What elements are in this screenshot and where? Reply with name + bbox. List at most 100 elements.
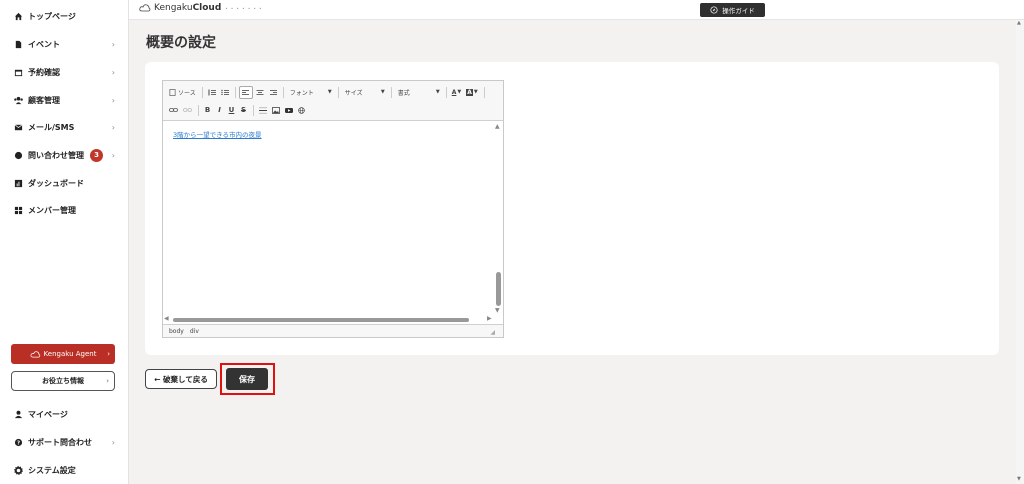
chevron-right-icon: › — [111, 122, 115, 132]
sidebar-item-label: システム設定 — [28, 465, 76, 475]
app-logo[interactable]: Kengaku Cloud • • • • • • • — [139, 3, 262, 13]
question-icon: ? — [14, 438, 23, 447]
top-bar: Kengaku Cloud • • • • • • • 操作ガイド — [129, 0, 1024, 20]
grid-icon — [14, 206, 23, 215]
font-color-button[interactable]: A ▼ — [450, 86, 464, 99]
format-select-label: 書式 — [397, 89, 410, 97]
source-button[interactable]: ソース — [167, 86, 198, 99]
editor-vertical-scrollbar[interactable]: ▲ ▼ — [494, 122, 503, 316]
calendar-icon — [14, 68, 23, 77]
chevron-right-icon: › — [107, 350, 110, 358]
chevron-right-icon: › — [111, 67, 115, 77]
compass-icon — [710, 6, 718, 14]
bulleted-list-icon[interactable] — [219, 86, 231, 99]
bold-button[interactable]: B — [202, 104, 213, 117]
caret-down-icon: ▼ — [457, 89, 462, 95]
sidebar-item-support[interactable]: ? サポート問合わせ › — [0, 432, 129, 452]
guide-button-label: 操作ガイド — [722, 7, 755, 15]
toolbar-row-2: B I U S — [167, 102, 308, 118]
logo-subtext: • • • • • • • — [225, 5, 263, 11]
font-select[interactable]: フォント ▼ — [287, 86, 335, 99]
help-button-label: お役立ち情報 — [42, 377, 84, 385]
sidebar-item-event[interactable]: イベント › — [0, 34, 129, 54]
cloud-icon — [139, 4, 151, 12]
background-color-button[interactable]: A ▼ — [464, 86, 480, 99]
caret-down-icon: ▼ — [327, 89, 332, 95]
editor-horizontal-scrollbar[interactable]: ◀ ▶ — [163, 315, 503, 324]
sidebar-item-label: トップページ — [28, 11, 76, 21]
mail-icon — [14, 123, 23, 132]
agent-button-label: Kengaku Agent — [43, 350, 97, 358]
scroll-left-icon[interactable]: ◀ — [164, 315, 169, 322]
scroll-right-icon[interactable]: ▶ — [487, 315, 492, 322]
strikethrough-button[interactable]: S — [238, 104, 249, 117]
kengaku-agent-button[interactable]: Kengaku Agent › — [11, 344, 115, 364]
sidebar-item-mail-sms[interactable]: メール/SMS › — [0, 117, 129, 137]
chevron-right-icon: › — [111, 437, 115, 447]
sidebar-item-system-settings[interactable]: システム設定 — [0, 460, 129, 480]
person-icon — [14, 410, 23, 419]
sidebar-item-label: マイページ — [28, 409, 68, 419]
scroll-down-icon[interactable]: ▼ — [495, 307, 500, 314]
youtube-icon[interactable] — [283, 104, 295, 117]
align-center-icon[interactable] — [254, 86, 266, 99]
sidebar-item-members[interactable]: メンバー管理 — [0, 200, 129, 220]
numbered-list-icon[interactable] — [206, 86, 218, 99]
format-select[interactable]: 書式 ▼ — [395, 86, 443, 99]
sidebar-item-mypage[interactable]: マイページ — [0, 404, 129, 424]
scroll-down-icon[interactable]: ▼ — [1017, 476, 1021, 482]
horizontal-rule-icon[interactable] — [257, 104, 269, 117]
page-vertical-scrollbar[interactable]: ▲ ▼ — [1016, 20, 1024, 484]
scrollbar-thumb[interactable] — [173, 318, 469, 322]
globe-icon[interactable] — [296, 104, 307, 117]
sidebar-item-dashboard[interactable]: ダッシュボード — [0, 173, 129, 193]
sidebar-item-label: イベント — [28, 39, 60, 49]
toolbar-separator — [337, 86, 339, 98]
unlink-icon[interactable] — [181, 104, 194, 117]
scroll-up-icon[interactable]: ▲ — [1017, 20, 1021, 26]
svg-text:?: ? — [17, 440, 20, 446]
image-icon[interactable] — [270, 104, 282, 117]
background-color-icon: A — [466, 88, 473, 96]
home-icon — [14, 12, 23, 21]
toolbar-separator — [282, 86, 284, 98]
size-select[interactable]: サイズ ▼ — [342, 86, 388, 99]
sidebar-item-label: メンバー管理 — [28, 205, 76, 215]
rich-text-editor[interactable]: ソース フォント ▼ サイズ ▼ 書式 ▼ A ▼ A ▼ B I U S 3階… — [162, 80, 504, 338]
sidebar-item-inquiries[interactable]: 問い合わせ管理 3 › — [0, 145, 129, 165]
discard-and-back-button[interactable]: ← 破棄して戻る — [145, 369, 217, 389]
sidebar-item-label: サポート問合わせ — [28, 437, 92, 447]
sidebar-item-label: 顧客管理 — [28, 95, 60, 105]
resize-grip-icon[interactable]: ◢ — [490, 329, 495, 336]
caret-down-icon: ▼ — [380, 89, 385, 95]
element-path-div[interactable]: div — [190, 328, 199, 335]
help-info-button[interactable]: お役立ち情報 › — [11, 371, 115, 391]
sidebar-item-top-page[interactable]: トップページ — [0, 6, 129, 26]
sidebar-item-customers[interactable]: 顧客管理 › — [0, 90, 129, 110]
scroll-up-icon[interactable]: ▲ — [495, 123, 500, 130]
save-button[interactable]: 保存 — [226, 368, 268, 390]
logo-text: Kengaku — [154, 3, 193, 13]
content-link[interactable]: 3階から一望できる市内の夜景 — [173, 129, 262, 139]
editor-content-area[interactable]: 3階から一望できる市内の夜景 ▲ ▼ ◀ ▶ — [163, 122, 503, 324]
chevron-right-icon: › — [111, 95, 115, 105]
chat-icon — [14, 151, 23, 160]
caret-down-icon: ▼ — [473, 89, 478, 95]
align-right-icon[interactable] — [267, 86, 279, 99]
operation-guide-button[interactable]: 操作ガイド — [700, 3, 765, 17]
align-left-icon[interactable] — [238, 85, 253, 99]
toolbar-row-1: ソース フォント ▼ サイズ ▼ 書式 ▼ A ▼ A ▼ — [167, 84, 488, 100]
sidebar-item-label: 問い合わせ管理 — [28, 150, 84, 160]
scrollbar-thumb[interactable] — [496, 272, 501, 306]
document-icon — [14, 40, 23, 49]
element-path-body[interactable]: body — [169, 328, 184, 335]
underline-button[interactable]: U — [226, 104, 237, 117]
sidebar-item-reservation[interactable]: 予約確認 › — [0, 62, 129, 82]
italic-button[interactable]: I — [214, 104, 225, 117]
chart-icon — [14, 179, 23, 188]
size-select-label: サイズ — [344, 89, 363, 97]
page-title: 概要の設定 — [146, 35, 216, 51]
sidebar-item-label: メール/SMS — [28, 122, 75, 132]
link-icon[interactable] — [167, 104, 180, 117]
gear-icon — [14, 465, 23, 475]
